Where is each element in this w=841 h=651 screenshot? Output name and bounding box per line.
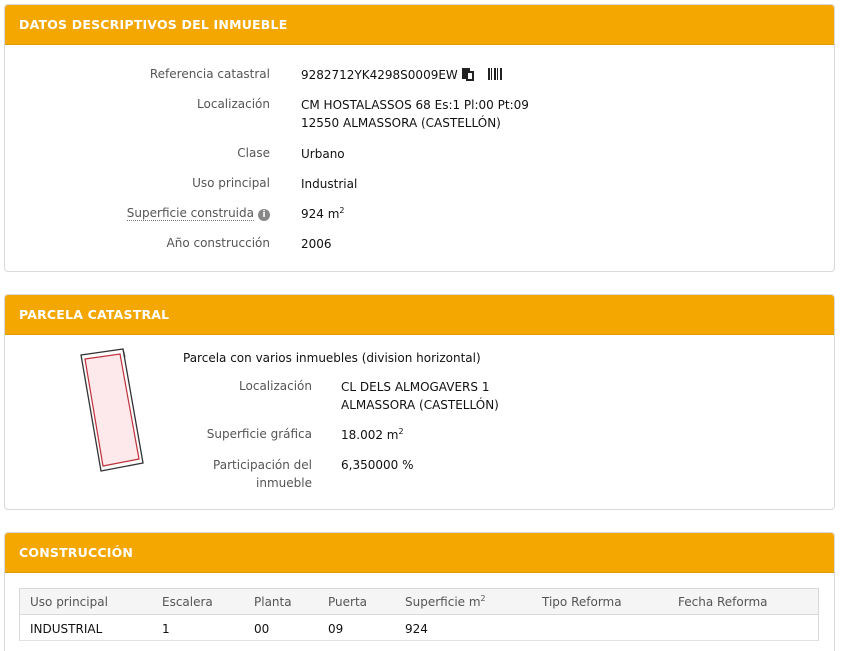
superficie-label[interactable]: Superficie construida (126, 206, 254, 221)
parcela-localizacion-label: Localización (239, 379, 312, 393)
participacion-label-line2: inmueble (256, 476, 312, 490)
col-uso-principal: Uso principal (30, 595, 108, 609)
parcela-title: Parcela con varios inmuebles (division h… (183, 351, 481, 365)
parcela-localizacion-line2: ALMASSORA (CASTELLÓN) (341, 398, 499, 412)
panel-header-construccion: CONSTRUCCIÓN (5, 533, 834, 573)
superficie-value: 924 m (301, 207, 340, 221)
parcela-superficie-value-group: 18.002 m2 (341, 426, 404, 444)
table-row: INDUSTRIAL 1 00 09 924 (20, 615, 818, 641)
cell-uso-principal: INDUSTRIAL (30, 622, 103, 636)
anio-value: 2006 (301, 237, 332, 251)
participacion-label-line1: Participación del (213, 458, 312, 472)
clase-label: Clase (237, 146, 270, 160)
barcode-icon[interactable] (487, 68, 502, 80)
col-superficie-sup: 2 (480, 594, 486, 603)
referencia-value-group: 9282712YK4298S0009EW (301, 66, 502, 84)
cell-superficie: 924 (405, 622, 428, 636)
panel-header-datos: DATOS DESCRIPTIVOS DEL INMUEBLE (5, 5, 834, 45)
col-superficie-label: Superficie m (405, 595, 481, 609)
uso-label: Uso principal (192, 176, 270, 190)
col-superficie: Superficie m2 (405, 594, 486, 610)
construccion-table: Uso principal Escalera Planta Puerta Sup… (19, 588, 819, 641)
uso-value: Industrial (301, 177, 358, 191)
panel-parcela-catastral: PARCELA CATASTRAL Parcela con varios inm… (4, 294, 835, 510)
participacion-label: Participación del inmueble (112, 456, 312, 492)
copy-icon[interactable] (461, 68, 474, 81)
superficie-value-group: 924 m2 (301, 205, 345, 223)
panel-construccion: CONSTRUCCIÓN Uso principal Escalera Plan… (4, 532, 835, 651)
cell-planta: 00 (254, 622, 270, 636)
col-planta: Planta (254, 595, 292, 609)
localizacion-value: CM HOSTALASSOS 68 Es:1 Pl:00 Pt:09 12550… (301, 96, 529, 132)
localizacion-label: Localización (197, 97, 270, 111)
parcela-superficie-value: 18.002 m (341, 428, 399, 442)
superficie-unit-sup: 2 (339, 206, 345, 215)
col-puerta: Puerta (328, 595, 368, 609)
anio-label: Año construcción (166, 236, 271, 250)
superficie-label-group: Superficie construida i (20, 206, 270, 221)
parcela-localizacion-value: CL DELS ALMOGAVERS 1 ALMASSORA (CASTELLÓ… (341, 378, 499, 414)
parcela-superficie-label: Superficie gráfica (206, 427, 312, 441)
parcela-localizacion-line1: CL DELS ALMOGAVERS 1 (341, 380, 490, 394)
localizacion-line1: CM HOSTALASSOS 68 Es:1 Pl:00 Pt:09 (301, 98, 529, 112)
table-header-row: Uso principal Escalera Planta Puerta Sup… (20, 589, 818, 615)
referencia-label: Referencia catastral (149, 67, 270, 81)
parcel-plan-image[interactable] (75, 347, 151, 473)
panel-header-parcela: PARCELA CATASTRAL (5, 295, 834, 335)
info-icon[interactable]: i (258, 209, 270, 221)
participacion-value: 6,350000 % (341, 458, 414, 472)
parcela-superficie-sup: 2 (398, 427, 404, 436)
panel-datos-descriptivos: DATOS DESCRIPTIVOS DEL INMUEBLE Referenc… (4, 4, 835, 272)
cell-escalera: 1 (162, 622, 170, 636)
col-tipo-reforma: Tipo Reforma (542, 595, 622, 609)
col-escalera: Escalera (162, 595, 213, 609)
col-fecha-reforma: Fecha Reforma (678, 595, 768, 609)
clase-value: Urbano (301, 147, 345, 161)
localizacion-line2: 12550 ALMASSORA (CASTELLÓN) (301, 116, 501, 130)
cell-puerta: 09 (328, 622, 344, 636)
referencia-value[interactable]: 9282712YK4298S0009EW (301, 68, 458, 82)
